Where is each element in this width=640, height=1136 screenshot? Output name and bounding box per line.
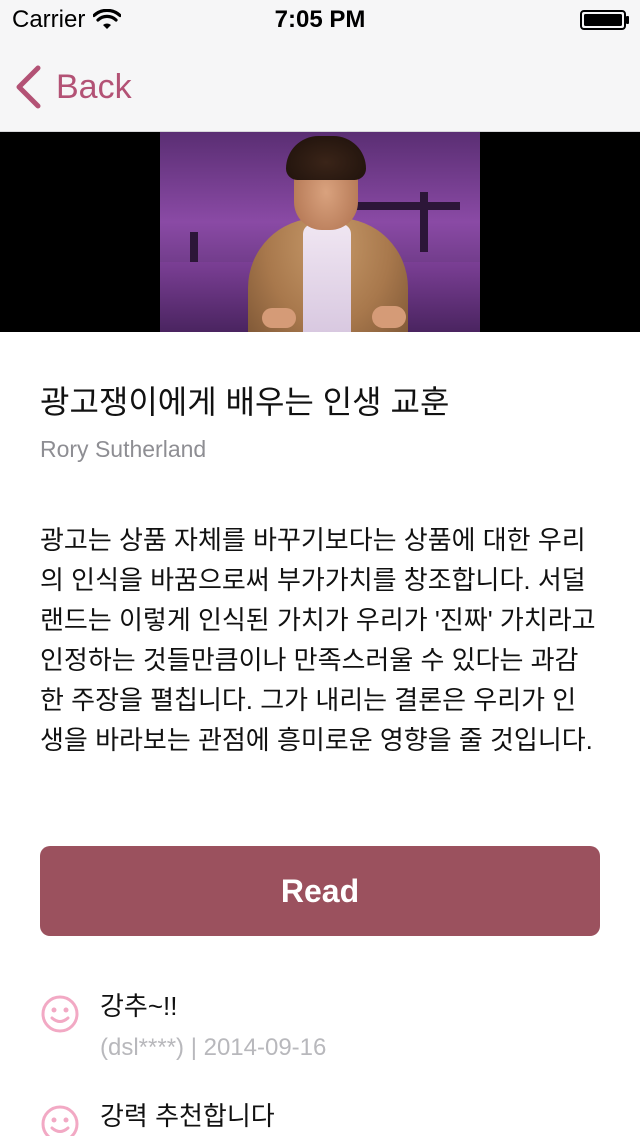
read-button[interactable]: Read bbox=[40, 846, 600, 936]
status-time: 7:05 PM bbox=[274, 6, 366, 33]
battery-icon bbox=[580, 10, 629, 30]
talk-title: 광고쟁이에게 배우는 인생 교훈 bbox=[40, 384, 450, 420]
smiley-icon bbox=[41, 995, 79, 1033]
talk-description: 광고는 상품 자체를 바꾸기보다는 상품에 대한 우리의 인식을 바꿈으로써 부… bbox=[40, 525, 596, 755]
navigation-bar: Carrier 7:05 PM Back bbox=[0, 0, 640, 132]
video-player[interactable] bbox=[0, 132, 640, 332]
speaker-name: Rory Sutherland bbox=[40, 436, 207, 462]
chevron-left-icon bbox=[16, 65, 41, 109]
comment-item: 강추~!! (dsl****) | 2014-09-16 bbox=[40, 986, 600, 1076]
comment-meta: (dsl****) | 2014-09-16 bbox=[100, 1034, 327, 1061]
comment-item: 강력 추천합니다 bbox=[40, 1096, 600, 1136]
comment-text: 강력 추천합니다 bbox=[100, 1101, 275, 1131]
video-thumbnail bbox=[160, 132, 480, 332]
comment-text: 강추~!! bbox=[100, 991, 178, 1021]
back-label: Back bbox=[56, 67, 132, 106]
back-button[interactable]: Back bbox=[14, 62, 132, 112]
screen: Carrier 7:05 PM Back 광고쟁이에게 배우는 인생 교훈 Ro… bbox=[0, 0, 640, 1136]
smiley-icon bbox=[41, 1105, 79, 1136]
